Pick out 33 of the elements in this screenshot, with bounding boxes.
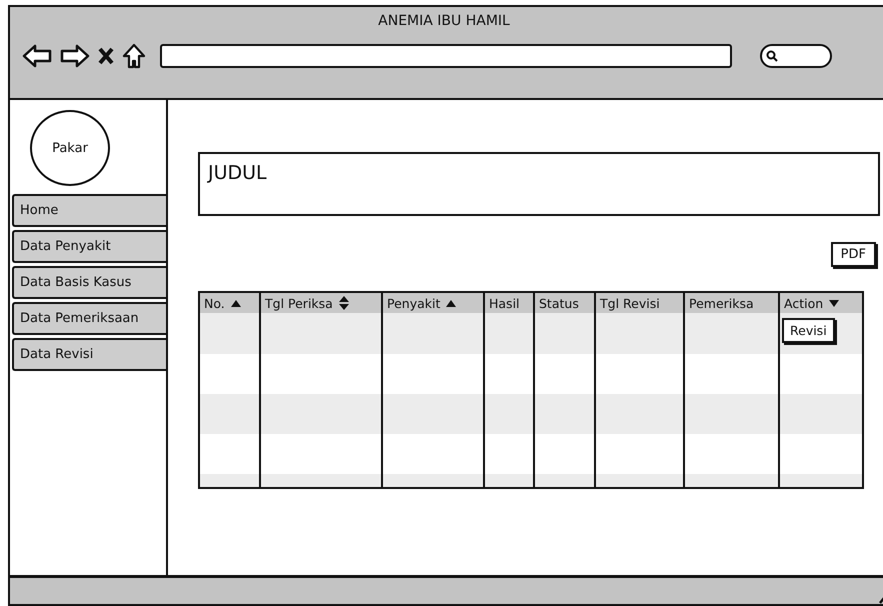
search-field[interactable] [760,44,832,68]
column-header[interactable]: Status [535,293,596,313]
column-header[interactable]: Penyakit [383,293,485,313]
table-cell [535,313,596,354]
column-header[interactable]: Tgl Revisi [596,293,685,313]
table-cell [535,394,596,434]
sort-up-icon[interactable] [446,300,456,306]
back-icon[interactable] [22,44,52,68]
window-title: ANEMIA IBU HAMIL [378,13,510,29]
search-icon [766,50,778,62]
home-icon[interactable] [122,43,146,69]
caret-down-icon[interactable] [829,300,840,306]
column-header[interactable]: No. [200,293,261,313]
close-icon[interactable] [98,47,114,65]
sidebar-item[interactable]: Data Pemeriksaan [12,302,166,335]
column-header[interactable]: Action [780,293,862,313]
table-cell [485,313,535,354]
table-cell [485,394,535,434]
sidebar-item[interactable]: Data Penyakit [12,230,166,263]
column-header[interactable]: Hasil [485,293,535,313]
column-header[interactable]: Tgl Periksa [261,293,383,313]
revisi-button[interactable]: Revisi [782,318,835,343]
sidebar-item[interactable]: Data Revisi [12,338,166,371]
forward-icon[interactable] [60,44,90,68]
sidebar-item[interactable]: Home [12,194,166,227]
sidebar-item[interactable]: Data Basis Kasus [12,266,166,299]
address-field[interactable] [160,44,732,68]
sort-up-icon[interactable] [230,300,241,306]
sort-icon[interactable] [338,296,349,310]
pdf-button[interactable]: PDF [830,242,876,267]
column-header[interactable]: Pemeriksa [685,293,780,313]
avatar-circle: Pakar [30,110,110,186]
heading-title: JUDUL [198,152,880,216]
